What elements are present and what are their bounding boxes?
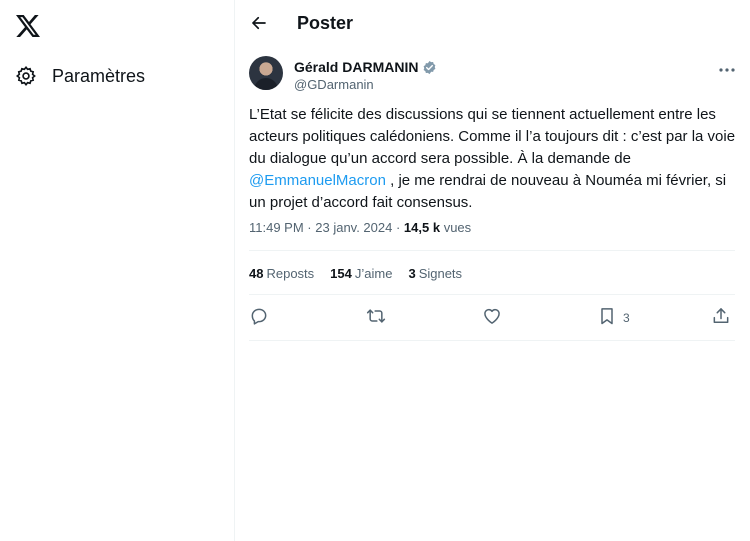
reply-button[interactable]: [249, 306, 269, 330]
x-logo-icon[interactable]: [14, 12, 42, 40]
nav-item-settings[interactable]: Paramètres: [14, 62, 145, 90]
divider: [249, 294, 735, 295]
avatar[interactable]: [249, 56, 283, 90]
tweet-meta: 11:49 PM · 23 janv. 2024 · 14,5 k vues: [249, 220, 471, 235]
left-navigation: Paramètres: [0, 0, 234, 541]
page-title: Poster: [297, 13, 354, 33]
tweet-date[interactable]: 23 janv. 2024: [315, 220, 392, 235]
likes-label: J’aime: [354, 266, 393, 281]
more-button[interactable]: [715, 58, 739, 78]
bookmark-action-count: 3: [623, 311, 630, 325]
likes-count: 154: [330, 266, 352, 281]
meta-separator: ·: [303, 220, 316, 235]
app-window: Paramètres Poster Gérald DARMANIN @GDarm…: [0, 0, 750, 541]
repost-icon: [365, 306, 387, 331]
like-button[interactable]: [482, 306, 502, 330]
views-label: vues: [443, 220, 472, 235]
mention-link[interactable]: @EmmanuelMacron: [249, 172, 386, 189]
author-name-text: Gérald DARMANIN: [294, 59, 419, 75]
more-horizontal-icon: [719, 59, 735, 77]
back-button[interactable]: [245, 11, 273, 39]
verified-badge-icon: [422, 60, 437, 75]
arrow-left-icon: [250, 14, 268, 37]
reposts-stat[interactable]: 48 Reposts: [249, 266, 314, 281]
tweet-actions: 3: [249, 306, 735, 330]
bookmarks-count: 3: [408, 266, 416, 281]
tweet-text-part1: L’Etat se félicite des discussions qui s…: [249, 106, 736, 167]
main-column: Poster Gérald DARMANIN @GDarmanin L’Etat…: [234, 0, 750, 541]
bookmark-icon: [597, 306, 617, 331]
repost-button[interactable]: [365, 306, 387, 330]
tweet-stats: 48 Reposts 154 J’aime 3 Signets: [249, 266, 462, 281]
divider: [249, 250, 735, 251]
meta-separator-2: ·: [392, 220, 404, 235]
reposts-label: Reposts: [266, 266, 315, 281]
reply-icon: [249, 306, 269, 331]
likes-stat[interactable]: 154 J’aime: [330, 266, 392, 281]
bookmark-button[interactable]: 3: [597, 306, 630, 330]
author-name[interactable]: Gérald DARMANIN: [294, 59, 437, 75]
reposts-count: 48: [249, 266, 264, 281]
bookmarks-stat[interactable]: 3 Signets: [408, 266, 462, 281]
views-count: 14,5 k: [403, 220, 441, 235]
share-icon: [711, 306, 731, 331]
heart-icon: [482, 306, 502, 331]
share-button[interactable]: [711, 306, 731, 330]
page-header: Poster: [235, 0, 750, 50]
author-handle[interactable]: @GDarmanin: [294, 77, 374, 92]
nav-item-settings-label: Paramètres: [52, 65, 146, 86]
tweet-time[interactable]: 11:49 PM: [249, 220, 304, 235]
gear-icon: [14, 64, 38, 88]
bookmarks-label: Signets: [418, 266, 463, 281]
tweet-text: L’Etat se félicite des discussions qui s…: [249, 104, 737, 214]
tweet-author: Gérald DARMANIN @GDarmanin: [249, 56, 739, 96]
divider: [249, 340, 735, 341]
